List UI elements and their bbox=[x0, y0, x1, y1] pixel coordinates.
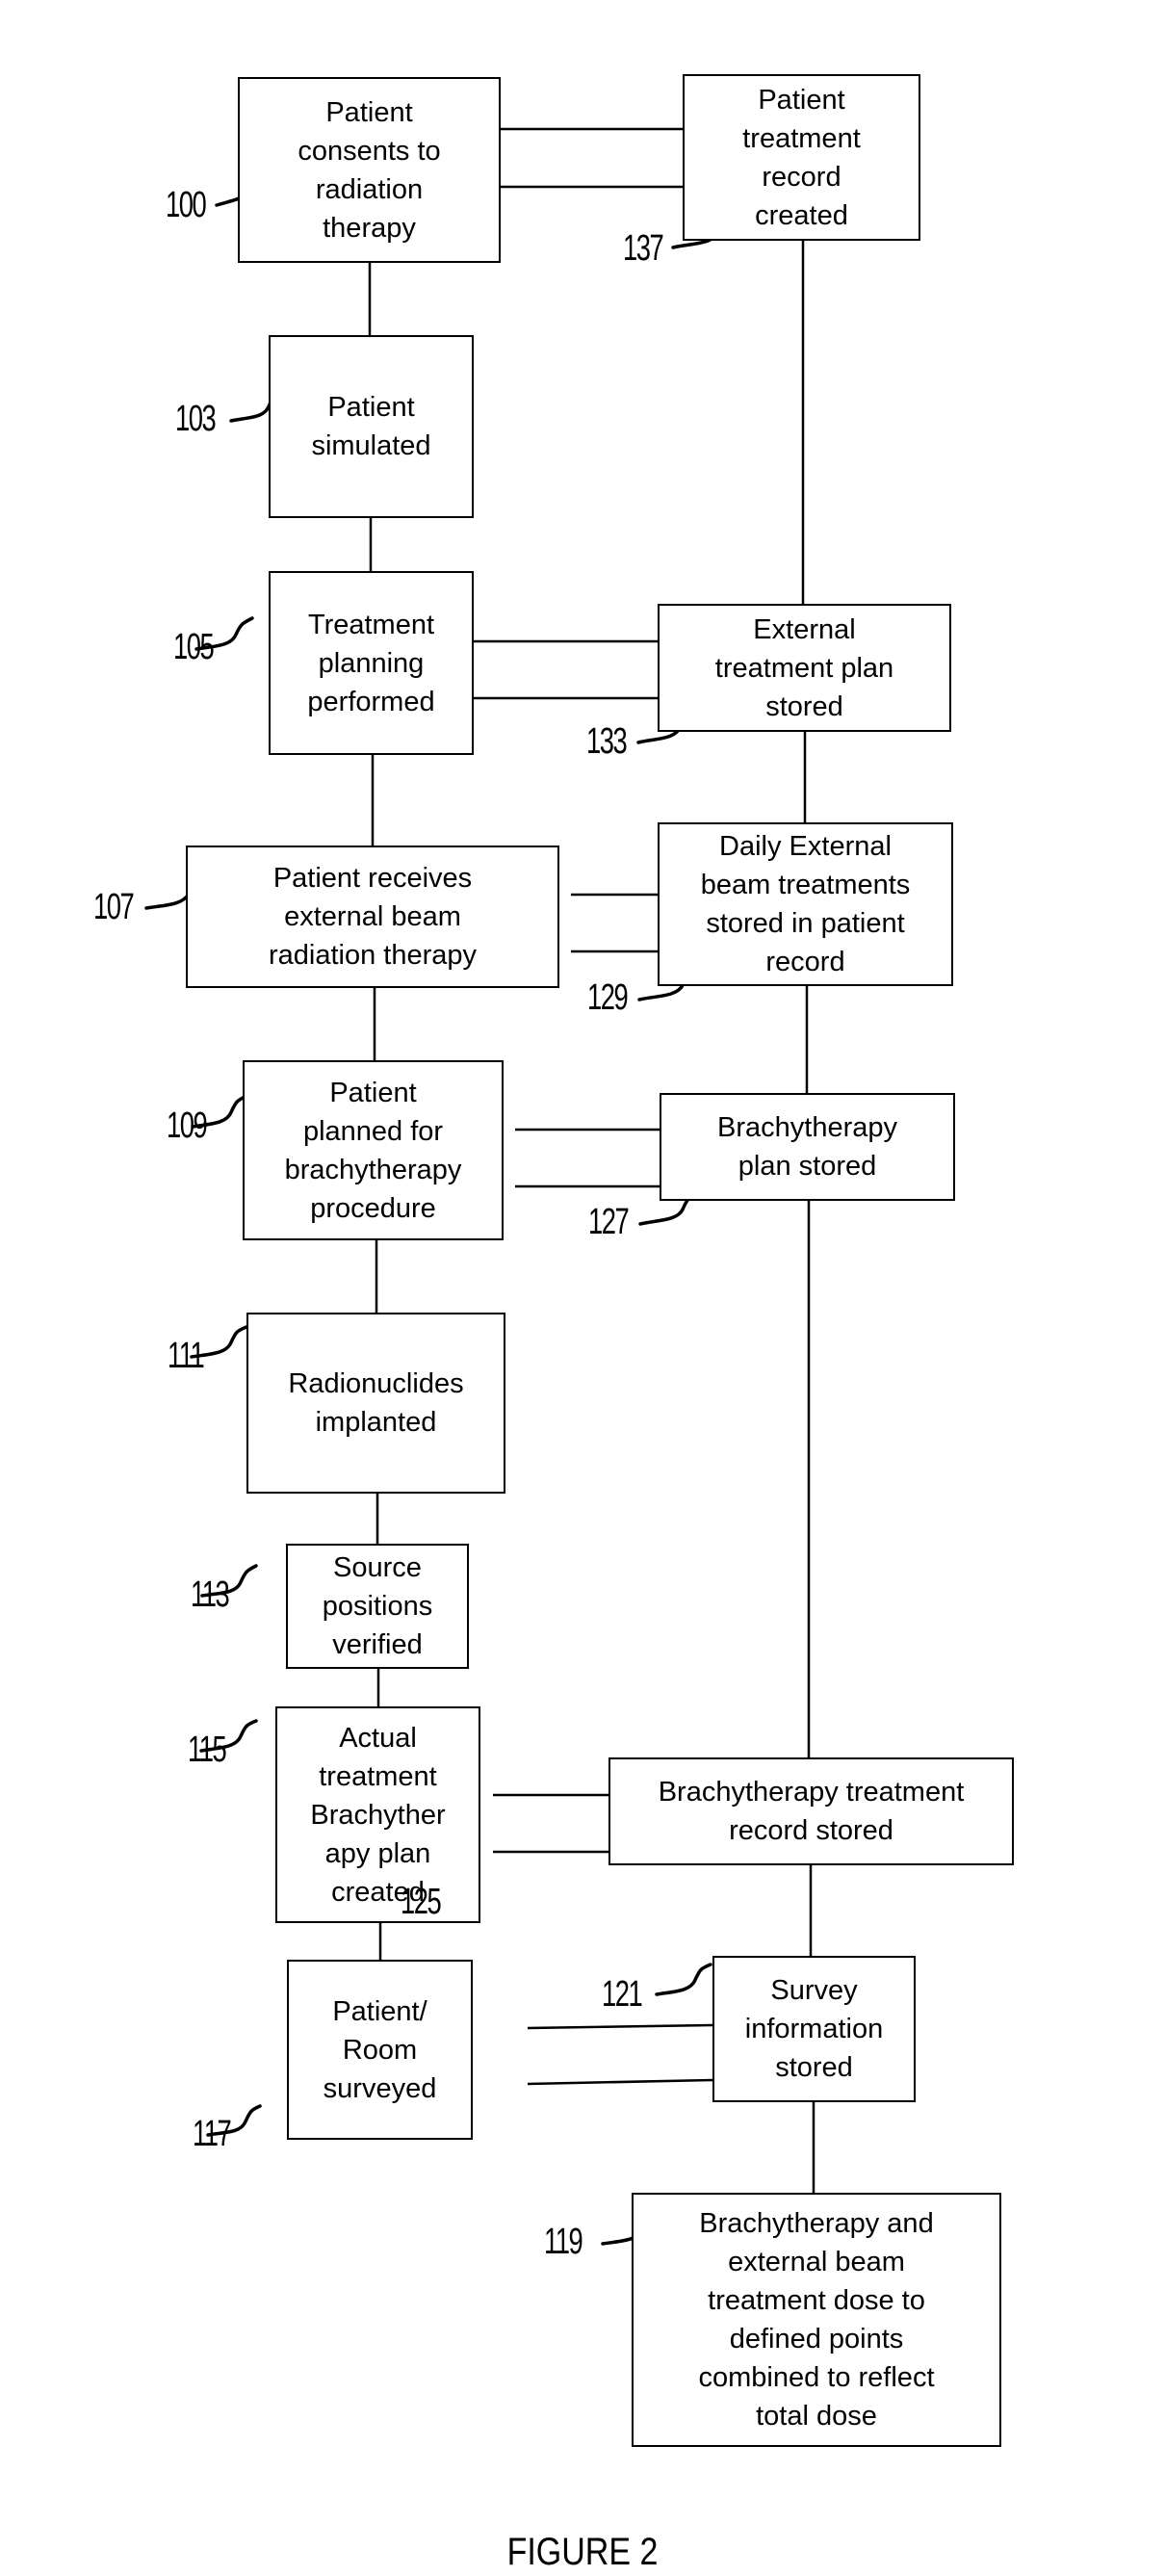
ref-105: 105 bbox=[173, 627, 215, 667]
record-121-survey-info-stored: Survey information stored bbox=[712, 1956, 916, 2102]
ref-107: 107 bbox=[93, 887, 135, 927]
step-115-actual-plan-created: Actual treatment Brachyther apy plan cre… bbox=[275, 1706, 480, 1923]
record-133-external-plan-stored: External treatment plan stored bbox=[658, 604, 951, 732]
ref-125: 125 bbox=[401, 1882, 442, 1922]
figure-caption: FIGURE 2 bbox=[506, 2531, 659, 2573]
record-127-brachytherapy-plan-stored: Brachytherapy plan stored bbox=[660, 1093, 955, 1201]
record-129-daily-treatments-stored: Daily External beam treatments stored in… bbox=[658, 822, 953, 986]
ref-113: 113 bbox=[191, 1574, 230, 1615]
ref-137: 137 bbox=[623, 228, 664, 269]
link-117-121-top bbox=[527, 2023, 713, 2030]
connector-lines bbox=[144, 127, 816, 2246]
step-105-treatment-planning: Treatment planning performed bbox=[269, 571, 474, 755]
step-107-external-beam-therapy: Patient receives external beam radiation… bbox=[186, 846, 559, 988]
leader-121 bbox=[655, 1963, 712, 1996]
step-113-source-positions-verified: Source positions verified bbox=[286, 1544, 469, 1669]
record-119-total-dose-combined: Brachytherapy and external beam treatmen… bbox=[632, 2193, 1001, 2447]
ref-121: 121 bbox=[602, 1974, 643, 2015]
record-125-brachytherapy-record-stored: Brachytherapy treatment record stored bbox=[608, 1757, 1014, 1865]
step-103-patient-simulated: Patient simulated bbox=[269, 335, 474, 518]
ref-115: 115 bbox=[188, 1730, 227, 1770]
ref-109: 109 bbox=[167, 1106, 208, 1146]
ref-129: 129 bbox=[587, 977, 629, 1018]
step-109-brachytherapy-planned: Patient planned for brachytherapy proced… bbox=[243, 1060, 504, 1240]
step-111-radionuclides-implanted: Radionuclides implanted bbox=[246, 1313, 505, 1494]
step-117-room-surveyed: Patient/ Room surveyed bbox=[287, 1960, 473, 2140]
ref-117: 117 bbox=[193, 2114, 232, 2154]
ref-119: 119 bbox=[544, 2222, 583, 2262]
step-100-patient-consents: Patient consents to radiation therapy bbox=[238, 77, 501, 263]
ref-100: 100 bbox=[166, 185, 207, 225]
record-137-treatment-record-created: Patient treatment record created bbox=[683, 74, 920, 241]
ref-133: 133 bbox=[586, 721, 628, 762]
ref-127: 127 bbox=[588, 1202, 630, 1242]
ref-111: 111 bbox=[168, 1336, 205, 1376]
link-117-121-bottom bbox=[527, 2078, 713, 2086]
ref-103: 103 bbox=[175, 399, 217, 439]
